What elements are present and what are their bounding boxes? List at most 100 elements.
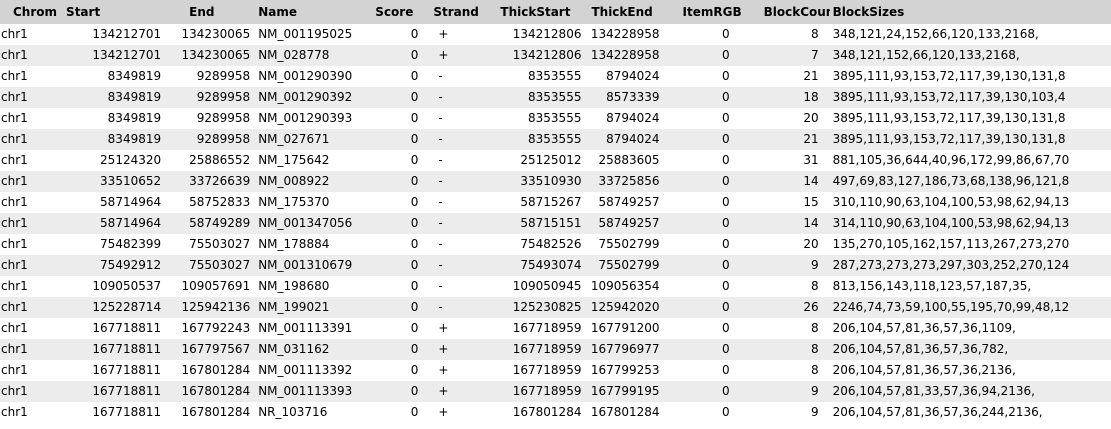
cell-thickend: 109056354 bbox=[590, 279, 660, 293]
table-row[interactable]: chr1 167718811 167801284 NM_001113392 0 +1677… bbox=[0, 360, 1111, 381]
table-row[interactable]: chr1 167718811 167801284 NM_001113393 0 +1677… bbox=[0, 381, 1111, 402]
table-row[interactable]: chr1 8349819 9289958 NM_027671 0 - 8353555 8794… bbox=[0, 129, 1111, 150]
cell-itemrgb: 0 bbox=[721, 174, 730, 188]
cell-chrom: chr1 bbox=[1, 321, 28, 335]
table-row[interactable]: chr1 25124320 25886552 NM_175642 0 - 25125012 2… bbox=[0, 150, 1111, 171]
table-row[interactable]: chr1 58714964 58749289 NM_001347056 0 - 587151… bbox=[0, 213, 1111, 234]
table-row[interactable]: chr1 75492912 75503027 NM_001310679 0 - 754930… bbox=[0, 255, 1111, 276]
cell-start: 75482399 bbox=[100, 237, 162, 251]
cell-blocksizes: 3895,111,93,153,72,117,39,130,131,8 bbox=[832, 69, 1066, 83]
cell-thickstart: 167718959 bbox=[512, 384, 582, 398]
cell-itemrgb: 0 bbox=[721, 111, 730, 125]
cell-blockcount: 20 bbox=[803, 111, 819, 125]
table-row[interactable]: chr1 8349819 9289958 NM_001290390 0 - 8353555 8… bbox=[0, 66, 1111, 87]
column-header-strand[interactable]: Strand bbox=[433, 0, 498, 24]
column-header-end[interactable]: End bbox=[163, 0, 257, 24]
cell-score: 0 bbox=[410, 48, 419, 62]
cell-blocksizes: 881,105,36,644,40,96,172,99,86,67,70 bbox=[832, 153, 1070, 167]
cell-blockcount: 8 bbox=[811, 27, 819, 41]
cell-thickend: 8794024 bbox=[606, 111, 660, 125]
cell-thickend: 167799195 bbox=[590, 384, 660, 398]
table-row[interactable]: chr1 75482399 75503027 NM_178884 0 - 75482526 7… bbox=[0, 234, 1111, 255]
cell-blocksizes: 314,110,90,63,104,100,53,98,62,94,13 bbox=[832, 216, 1070, 230]
cell-thickstart: 167801284 bbox=[512, 405, 582, 419]
cell-strand: + bbox=[438, 27, 449, 41]
column-header-chrom[interactable]: Chrom bbox=[0, 0, 65, 24]
cell-blockcount: 21 bbox=[803, 132, 819, 146]
column-header-score[interactable]: Score bbox=[375, 0, 433, 24]
cell-start: 8349819 bbox=[107, 132, 162, 146]
cell-blockcount: 21 bbox=[803, 69, 819, 83]
table-row[interactable]: chr1 125228714 125942136 NM_199021 0 - 1252308… bbox=[0, 297, 1111, 318]
cell-strand: + bbox=[438, 405, 449, 419]
cell-score: 0 bbox=[410, 321, 419, 335]
column-header-thickstart[interactable]: ThickStart bbox=[498, 0, 590, 24]
table-row[interactable]: chr1 58714964 58752833 NM_175370 0 - 58715267 5… bbox=[0, 192, 1111, 213]
cell-chrom: chr1 bbox=[1, 405, 28, 419]
cell-blocksizes: 135,270,105,162,157,113,267,273,270 bbox=[832, 237, 1070, 251]
cell-thickstart: 167718959 bbox=[512, 363, 582, 377]
cell-end: 75503027 bbox=[189, 258, 251, 272]
cell-blocksizes: 348,121,24,152,66,120,133,2168, bbox=[832, 27, 1039, 41]
cell-thickstart: 125230825 bbox=[512, 300, 582, 314]
column-header-name[interactable]: Name bbox=[257, 0, 375, 24]
table-row[interactable]: chr1 134212701 134230065 NM_001195025 0 +1342… bbox=[0, 24, 1111, 45]
cell-thickstart: 8353555 bbox=[528, 111, 582, 125]
cell-score: 0 bbox=[410, 384, 419, 398]
cell-start: 8349819 bbox=[107, 90, 162, 104]
cell-end: 134230065 bbox=[181, 48, 251, 62]
cell-blocksizes: 3895,111,93,153,72,117,39,130,131,8 bbox=[832, 132, 1066, 146]
cell-start: 167718811 bbox=[92, 321, 162, 335]
cell-score: 0 bbox=[410, 132, 419, 146]
column-header-itemrgb[interactable]: ItemRGB bbox=[682, 0, 763, 24]
table-row[interactable]: chr1 109050537 109057691 NM_198680 0 - 1090509… bbox=[0, 276, 1111, 297]
cell-blocksizes: 206,104,57,81,36,57,36,244,2136, bbox=[832, 405, 1043, 419]
cell-thickstart: 8353555 bbox=[528, 132, 582, 146]
cell-strand: - bbox=[438, 258, 443, 272]
cell-strand: - bbox=[438, 279, 443, 293]
table-row[interactable]: chr1 167718811 167792243 NM_001113391 0 +1677… bbox=[0, 318, 1111, 339]
cell-chrom: chr1 bbox=[1, 174, 28, 188]
cell-end: 167801284 bbox=[181, 405, 251, 419]
cell-itemrgb: 0 bbox=[721, 48, 730, 62]
cell-start: 134212701 bbox=[92, 27, 162, 41]
cell-name: NM_031162 bbox=[258, 342, 330, 356]
bed-data-table: Chrom Start End Name Score Strand ThickS… bbox=[0, 0, 1111, 423]
cell-thickstart: 167718959 bbox=[512, 342, 582, 356]
cell-itemrgb: 0 bbox=[721, 153, 730, 167]
header-row: Chrom Start End Name Score Strand ThickS… bbox=[0, 0, 1111, 24]
cell-thickend: 33725856 bbox=[598, 174, 660, 188]
cell-blocksizes: 206,104,57,81,33,57,36,94,2136, bbox=[832, 384, 1035, 398]
cell-name: NM_199021 bbox=[258, 300, 330, 314]
cell-name: NM_001347056 bbox=[258, 216, 353, 230]
cell-chrom: chr1 bbox=[1, 342, 28, 356]
table-body: chr1 134212701 134230065 NM_001195025 0 +1342… bbox=[0, 24, 1111, 423]
cell-end: 75503027 bbox=[189, 237, 251, 251]
cell-strand: + bbox=[438, 384, 449, 398]
table-row[interactable]: chr1 8349819 9289958 NM_001290393 0 - 8353555 8… bbox=[0, 108, 1111, 129]
cell-itemrgb: 0 bbox=[721, 195, 730, 209]
table-row[interactable]: chr1 134212701 134230065 NM_028778 0 +1342128… bbox=[0, 45, 1111, 66]
cell-thickend: 167801284 bbox=[590, 405, 660, 419]
cell-name: NM_001310679 bbox=[258, 258, 353, 272]
table-row[interactable]: chr1 8349819 9289958 NM_001290392 0 - 8353555 8… bbox=[0, 87, 1111, 108]
cell-thickstart: 8353555 bbox=[528, 90, 582, 104]
cell-name: NM_028778 bbox=[258, 48, 330, 62]
cell-strand: - bbox=[438, 195, 443, 209]
table-row[interactable]: chr1 33510652 33726639 NM_008922 0 - 33510930 3… bbox=[0, 171, 1111, 192]
column-header-blocksizes[interactable]: BlockSizes bbox=[830, 0, 1111, 24]
cell-blockcount: 14 bbox=[803, 174, 819, 188]
column-header-start[interactable]: Start bbox=[65, 0, 163, 24]
cell-start: 58714964 bbox=[100, 216, 162, 230]
cell-chrom: chr1 bbox=[1, 195, 28, 209]
column-header-blockcount[interactable]: BlockCount bbox=[763, 0, 830, 24]
cell-thickstart: 134212806 bbox=[512, 27, 582, 41]
cell-name: NM_001113393 bbox=[258, 384, 353, 398]
table-row[interactable]: chr1 167718811 167801284 NR_103716 0 +1678012… bbox=[0, 402, 1111, 423]
column-header-thickend[interactable]: ThickEnd bbox=[590, 0, 681, 24]
table-row[interactable]: chr1 167718811 167797567 NM_031162 0 +1677189… bbox=[0, 339, 1111, 360]
cell-blockcount: 31 bbox=[803, 153, 819, 167]
cell-strand: - bbox=[438, 132, 443, 146]
cell-name: NM_008922 bbox=[258, 174, 330, 188]
cell-name: NM_198680 bbox=[258, 279, 330, 293]
